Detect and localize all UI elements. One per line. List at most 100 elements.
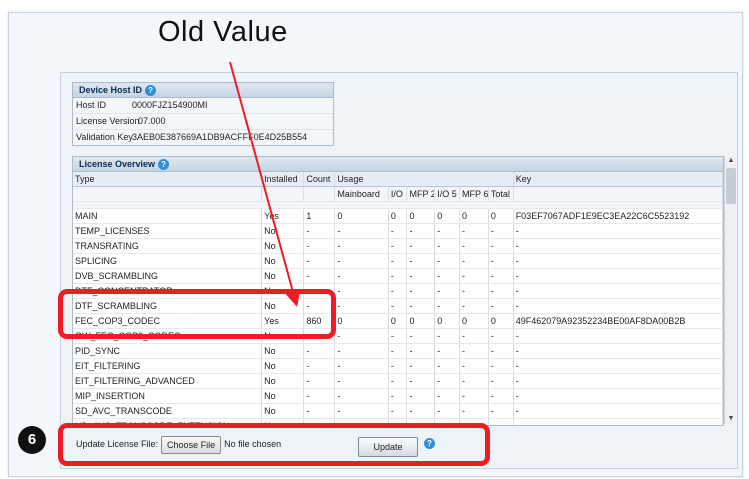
usage-cell: - — [434, 358, 461, 374]
usage-cell: - — [388, 268, 408, 284]
key-cell: F03EF7067ADF1E9EC3EA22C6C5523192 — [513, 208, 723, 224]
installed-cell: No — [261, 238, 305, 254]
usage-cell: - — [406, 283, 436, 299]
host-value: 3AEB0E387669A1DB9ACFFF0E4D25B554 — [132, 132, 308, 142]
installed-cell: No — [261, 253, 305, 269]
help-icon[interactable]: ? — [158, 159, 170, 171]
scroll-down-arrow-icon[interactable]: ▼ — [725, 414, 737, 424]
usage-cell: - — [388, 388, 408, 404]
usage-cell: - — [334, 403, 389, 419]
usage-cell: 0 — [334, 313, 389, 329]
usage-cell: - — [406, 373, 436, 389]
count-cell: - — [303, 253, 336, 269]
usage-cell: - — [459, 358, 489, 374]
usage-cell: - — [334, 343, 389, 359]
usage-cell: - — [459, 373, 489, 389]
usage-cell: - — [334, 253, 389, 269]
table-row: SPLICING No - - - - - - - - — [73, 253, 723, 269]
usage-cell: - — [388, 358, 408, 374]
help-icon[interactable]: ? — [145, 85, 157, 97]
usage-cell: - — [388, 403, 408, 419]
usage-cell: - — [488, 373, 514, 389]
col-header-type: Type — [73, 172, 263, 187]
usage-cell: - — [488, 328, 514, 344]
usage-cell: - — [459, 403, 489, 419]
usage-cell: - — [406, 268, 436, 284]
usage-cell: - — [488, 403, 514, 419]
table-row: MIP_INSERTION No - - - - - - - - — [73, 388, 723, 404]
usage-cell: 0 — [434, 313, 461, 329]
table-row: TEMP_LICENSES No - - - - - - - - — [73, 223, 723, 239]
license-type-cell: SD_AVC_TRANSCODE — [73, 403, 263, 419]
usage-cell: 0 — [334, 208, 389, 224]
old-value-caption: Old Value — [158, 16, 288, 48]
usage-cell: - — [488, 238, 514, 254]
usage-cell: - — [459, 268, 489, 284]
usage-cell: - — [459, 343, 489, 359]
key-cell: - — [513, 268, 723, 284]
table-header-row: Type Installed Count Usage Key — [73, 172, 723, 187]
device-host-title: Device Host ID — [79, 85, 143, 95]
key-cell: - — [513, 328, 723, 344]
key-cell: - — [513, 283, 723, 299]
col-header-usage: Usage — [334, 172, 514, 187]
license-type-cell: TRANSRATING — [73, 238, 263, 254]
usage-subheader: MFP 6 — [459, 186, 489, 202]
count-cell: - — [303, 358, 336, 374]
usage-cell: 0 — [406, 208, 436, 224]
usage-cell: 0 — [459, 208, 489, 224]
usage-cell: 0 — [459, 313, 489, 329]
usage-cell: - — [388, 298, 408, 314]
host-label: Validation Key — [76, 132, 133, 142]
host-row: License Version07.000 — [73, 114, 333, 130]
usage-cell: - — [334, 268, 389, 284]
usage-cell: 0 — [434, 208, 461, 224]
usage-cell: - — [334, 238, 389, 254]
scroll-up-arrow-icon[interactable]: ▲ — [725, 156, 737, 166]
usage-cell: - — [434, 283, 461, 299]
installed-cell: No — [261, 223, 305, 239]
usage-cell: - — [459, 253, 489, 269]
license-type-cell: SPLICING — [73, 253, 263, 269]
usage-subheader: Total — [488, 186, 514, 202]
count-cell: - — [303, 238, 336, 254]
usage-cell: - — [488, 268, 514, 284]
usage-cell: - — [459, 328, 489, 344]
installed-cell: No — [261, 268, 305, 284]
license-type-cell: PID_SYNC — [73, 343, 263, 359]
col-header-count: Count — [303, 172, 336, 187]
count-cell: - — [303, 268, 336, 284]
table-row: DVB_SCRAMBLING No - - - - - - - - — [73, 268, 723, 284]
key-cell: - — [513, 358, 723, 374]
key-cell: - — [513, 388, 723, 404]
key-cell: 49F462079A92352234BE00AF8DA00B2B — [513, 313, 723, 329]
table-row: EIT_FILTERING No - - - - - - - - — [73, 358, 723, 374]
key-cell: - — [513, 343, 723, 359]
installed-cell: No — [261, 373, 305, 389]
usage-cell: - — [388, 253, 408, 269]
usage-cell: - — [434, 223, 461, 239]
usage-cell: - — [334, 283, 389, 299]
host-value: 0000FJZ154900MI — [132, 100, 208, 110]
usage-cell: - — [434, 238, 461, 254]
license-scrollbar[interactable]: ▲ ▼ — [724, 156, 737, 424]
table-row: MAIN Yes 1 0 0 0 0 0 0 F03EF7067ADF1E9EC3EA22C6C5… — [73, 208, 723, 224]
installed-cell: Yes — [261, 208, 305, 224]
col-header-key: Key — [513, 172, 723, 187]
usage-cell: - — [406, 223, 436, 239]
usage-cell: 0 — [488, 313, 514, 329]
usage-cell: 0 — [388, 313, 408, 329]
usage-cell: - — [488, 298, 514, 314]
usage-cell: 0 — [406, 313, 436, 329]
col-header-installed: Installed — [261, 172, 305, 187]
usage-cell: - — [434, 403, 461, 419]
device-host-panel: Device Host ID? Host ID 0000FJZ154900MI L… — [72, 82, 334, 146]
scroll-thumb[interactable] — [726, 168, 736, 204]
host-label: License Version — [76, 116, 140, 126]
license-type-cell: MAIN — [73, 208, 263, 224]
usage-cell: - — [434, 253, 461, 269]
usage-cell: - — [334, 328, 389, 344]
usage-subheader: I/O 1 — [388, 186, 408, 202]
usage-cell: - — [434, 343, 461, 359]
usage-cell: - — [434, 298, 461, 314]
